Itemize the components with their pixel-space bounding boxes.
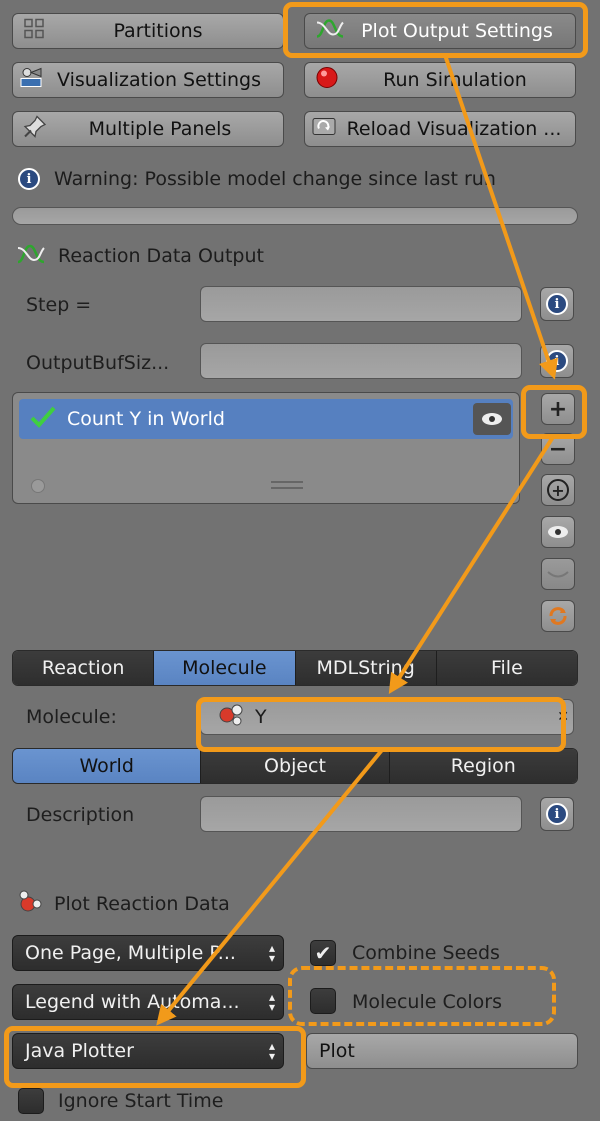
legend-dropdown[interactable]: Legend with Automa... ▴ ▾: [12, 984, 284, 1020]
legend-value: Legend with Automa...: [25, 991, 240, 1013]
step-info-button[interactable]: i: [540, 287, 574, 321]
refresh-button[interactable]: [541, 600, 575, 632]
plus-icon: +: [548, 396, 568, 422]
partitions-button[interactable]: Partitions: [12, 13, 284, 49]
info-icon: i: [546, 350, 568, 372]
plot-output-settings-label: Plot Output Settings: [361, 20, 553, 42]
molecule-colors-label: Molecule Colors: [352, 991, 502, 1013]
page-layout-value: One Page, Multiple P...: [25, 942, 236, 964]
info-icon: i: [546, 293, 568, 315]
combine-seeds-checkbox[interactable]: ✔: [310, 940, 336, 966]
tab-mdlstring[interactable]: MDLString: [295, 651, 437, 685]
description-info-button[interactable]: i: [540, 797, 574, 831]
tab-object[interactable]: Object: [201, 749, 390, 783]
plot-button[interactable]: Plot: [306, 1033, 578, 1069]
reload-visualization-button[interactable]: Reload Visualization ...: [304, 111, 576, 147]
output-type-tabs: Reaction Molecule MDLString File: [12, 650, 578, 686]
ignore-start-time-checkbox[interactable]: [18, 1088, 44, 1114]
molecule-value: Y: [255, 706, 267, 728]
progress-bar: [12, 207, 578, 225]
visualization-settings-label: Visualization Settings: [57, 69, 261, 91]
tab-molecule[interactable]: Molecule: [154, 651, 296, 685]
info-icon: i: [546, 803, 568, 825]
check-icon: [29, 405, 57, 434]
plot-reaction-data-header: Plot Reaction Data: [16, 888, 230, 920]
grid-icon: [23, 18, 45, 45]
plotter-value: Java Plotter: [25, 1040, 134, 1062]
reaction-data-output-header: Reaction Data Output: [16, 240, 264, 272]
checkmark-icon: ✔: [314, 941, 332, 965]
circle-plus-icon: +: [547, 479, 569, 501]
output-buf-label: OutputBufSiz...: [26, 352, 170, 374]
output-list[interactable]: Count Y in World: [12, 392, 520, 504]
description-label: Description: [26, 804, 135, 826]
output-buf-field[interactable]: [200, 343, 522, 379]
plot-button-label: Plot: [319, 1040, 355, 1062]
warning-row: i Warning: Possible model change since l…: [18, 163, 496, 195]
list-resize-handle[interactable]: [271, 481, 303, 489]
plot-reaction-data-title: Plot Reaction Data: [54, 893, 230, 915]
page-layout-dropdown[interactable]: One Page, Multiple P... ▴ ▾: [12, 935, 284, 971]
tab-region[interactable]: Region: [389, 749, 577, 783]
plotter-dropdown[interactable]: Java Plotter ▴ ▾: [12, 1033, 284, 1069]
eye-closed-icon: [547, 571, 569, 578]
eye-icon: [548, 526, 568, 538]
plot-curve-icon: [315, 17, 345, 46]
warning-text: Warning: Possible model change since las…: [54, 168, 496, 190]
list-item[interactable]: Count Y in World: [19, 399, 513, 439]
combine-seeds-label: Combine Seeds: [352, 942, 500, 964]
clear-icon[interactable]: ✕: [557, 709, 569, 725]
partitions-label: Partitions: [113, 20, 203, 42]
location-tabs: World Object Region: [12, 748, 578, 784]
molecule-label: Molecule:: [26, 706, 117, 728]
toggle-visibility-button[interactable]: [541, 516, 575, 548]
pin-icon: [23, 115, 47, 144]
output-buf-info-button[interactable]: i: [540, 344, 574, 378]
remove-item-button[interactable]: −: [541, 433, 575, 465]
molecule-icon: [16, 890, 44, 919]
list-filter-icon[interactable]: [31, 479, 45, 493]
molecule-colors-checkbox[interactable]: [310, 988, 336, 1014]
record-icon: [315, 66, 339, 95]
refresh-icon: [549, 607, 567, 625]
list-item-label: Count Y in World: [67, 408, 225, 430]
add-all-button[interactable]: +: [541, 474, 575, 506]
run-simulation-button[interactable]: Run Simulation: [304, 62, 576, 98]
info-icon: i: [18, 168, 40, 190]
multiple-panels-button[interactable]: Multiple Panels: [12, 111, 284, 147]
reload-visualization-label: Reload Visualization ...: [346, 118, 562, 140]
reload-icon: [311, 115, 337, 144]
tab-world[interactable]: World: [13, 749, 202, 783]
molecule-icon: [217, 703, 245, 732]
add-item-button[interactable]: +: [541, 393, 575, 425]
minus-icon: −: [548, 436, 568, 462]
step-label: Step =: [26, 294, 92, 316]
updown-arrow-icon: ▴ ▾: [268, 941, 275, 965]
plot-output-settings-button[interactable]: Plot Output Settings: [304, 13, 576, 49]
eye-icon[interactable]: [473, 403, 511, 435]
run-simulation-label: Run Simulation: [383, 69, 527, 91]
visualization-icon: [19, 67, 45, 94]
updown-arrow-icon: ▴ ▾: [268, 990, 275, 1014]
visualization-settings-button[interactable]: Visualization Settings: [12, 62, 284, 98]
tab-file[interactable]: File: [436, 651, 577, 685]
hidden-visibility-button[interactable]: [541, 558, 575, 590]
multiple-panels-label: Multiple Panels: [88, 118, 232, 140]
molecule-selector[interactable]: Y ✕: [200, 699, 574, 735]
tab-reaction[interactable]: Reaction: [13, 651, 155, 685]
description-field[interactable]: [200, 796, 522, 832]
updown-arrow-icon: ▴ ▾: [268, 1039, 275, 1063]
plot-curve-icon: [16, 242, 46, 271]
step-field[interactable]: [200, 286, 522, 322]
reaction-data-output-title: Reaction Data Output: [58, 245, 264, 267]
ignore-start-time-label: Ignore Start Time: [58, 1090, 224, 1112]
